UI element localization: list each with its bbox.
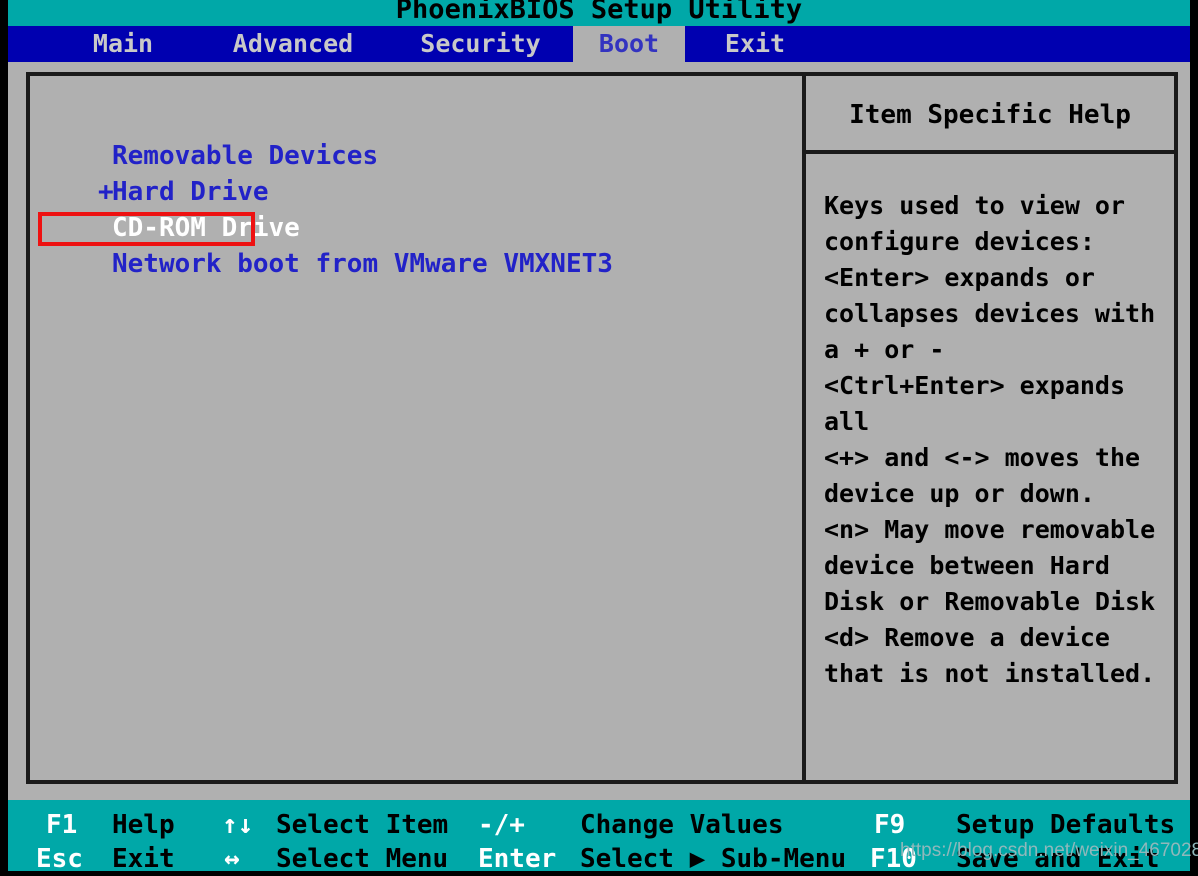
help-text-line: device between Hard — [824, 551, 1110, 580]
body-area: Removable Devices +Hard Drive CD-ROM Drive… — [8, 62, 1190, 800]
menu-bar: Main Advanced Security Boot Exit — [8, 26, 1190, 62]
boot-order-list: Removable Devices +Hard Drive CD-ROM Drive… — [98, 138, 792, 282]
footer-key-label[interactable]: F9 — [874, 808, 905, 842]
boot-device-row[interactable]: Network boot from VMware VMXNET3 — [98, 246, 792, 282]
title-bar: PhoenixBIOS Setup Utility — [8, 0, 1190, 26]
menu-tab-exit[interactable]: Exit — [685, 26, 825, 62]
menu-tab-security[interactable]: Security — [388, 26, 573, 62]
help-text-line: <Ctrl+Enter> expands — [824, 371, 1126, 400]
boot-device-label: CD-ROM Drive — [112, 213, 300, 243]
footer-key-description: Select Item — [276, 810, 449, 840]
boot-device-label: Removable Devices — [112, 141, 379, 171]
help-text-line: Disk or Removable Disk — [824, 587, 1156, 616]
expand-marker-icon: + — [98, 177, 114, 207]
boot-device-label: Hard Drive — [112, 177, 269, 207]
content-frame: Removable Devices +Hard Drive CD-ROM Drive… — [26, 72, 1178, 784]
menu-tab-main[interactable]: Main — [48, 26, 198, 62]
boot-order-pane: Removable Devices +Hard Drive CD-ROM Drive… — [30, 76, 806, 780]
help-text-line: a + or - — [824, 335, 945, 364]
help-text-line: <Enter> expands or — [824, 263, 1095, 292]
boot-device-row[interactable]: Removable Devices — [98, 138, 792, 174]
menu-tab-advanced[interactable]: Advanced — [198, 26, 388, 62]
boot-device-row[interactable]: CD-ROM Drive — [98, 210, 792, 246]
help-text-line: that is not installed. — [824, 659, 1156, 688]
help-text-line: collapses devices with — [824, 299, 1156, 328]
footer-key-label[interactable]: F1 — [46, 808, 77, 842]
footer-key-label[interactable]: -/+ — [478, 808, 525, 842]
help-text-line: <+> and <-> moves the — [824, 443, 1141, 472]
footer-key-description: Change Values — [580, 810, 784, 840]
footer-key-description: Setup Defaults — [956, 810, 1176, 840]
help-text-line: <n> May move removable — [824, 515, 1156, 544]
boot-device-row[interactable]: +Hard Drive — [98, 174, 792, 210]
help-text-line: all — [824, 407, 870, 436]
help-text-line: <d> Remove a device — [824, 623, 1110, 652]
footer-key-legend: F1 Help ↑↓ Select Item -/+ Change Values F9 Set… — [8, 800, 1190, 874]
boot-device-label: Network boot from VMware VMXNET3 — [112, 249, 613, 279]
menu-tab-boot[interactable]: Boot — [573, 26, 685, 62]
help-text-line: configure devices: — [824, 227, 1095, 256]
footer-key-description: Help — [112, 810, 175, 840]
item-specific-help-pane: Item Specific Help Keys used to view or c… — [806, 76, 1174, 780]
footer-key-label[interactable]: ↑↓ — [222, 808, 253, 842]
help-text-line: Keys used to view or — [824, 191, 1126, 220]
help-text-line: device up or down. — [824, 479, 1095, 508]
help-panel-text: Keys used to view or configure devices: <E… — [824, 188, 1166, 692]
bios-setup-screen: PhoenixBIOS Setup Utility Main Advanced Se… — [0, 0, 1198, 874]
page-title: PhoenixBIOS Setup Utility — [395, 0, 803, 25]
help-panel-title: Item Specific Help — [806, 76, 1174, 154]
